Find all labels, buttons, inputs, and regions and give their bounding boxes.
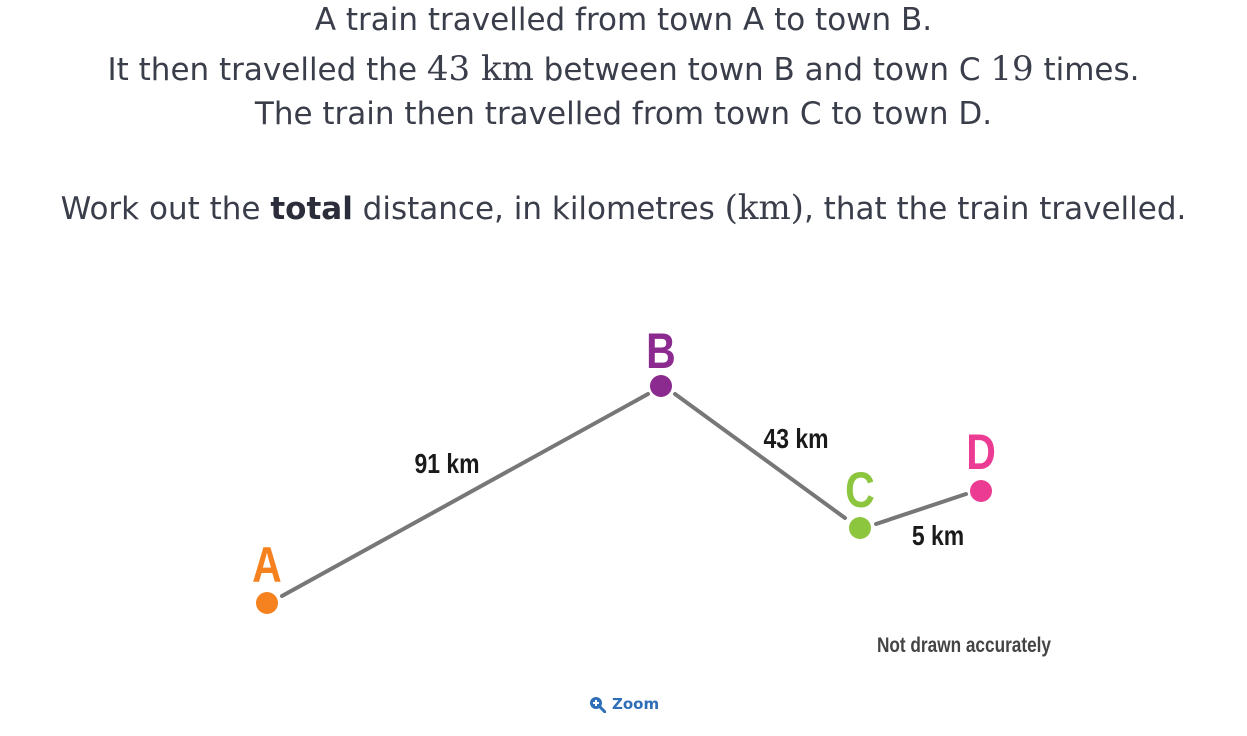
route-diagram: A B C D 91 km 43 km 5 km Not drawn accur… xyxy=(252,323,1051,658)
segment-b-c xyxy=(673,392,847,520)
town-b-label: B xyxy=(646,323,676,379)
town-a-point xyxy=(256,592,278,614)
distance-label-b-c: 43 km xyxy=(763,424,828,455)
distance-label-c-d: 5 km xyxy=(912,521,964,552)
town-a-label: A xyxy=(252,537,282,593)
town-c-label: C xyxy=(845,462,875,518)
town-c-point xyxy=(849,517,871,539)
town-d-point xyxy=(970,480,992,502)
segment-a-b xyxy=(280,392,650,598)
not-drawn-accurately-note: Not drawn accurately xyxy=(877,635,1051,658)
zoom-in-icon xyxy=(589,696,606,713)
distance-label-a-b: 91 km xyxy=(414,449,479,480)
town-d-label: D xyxy=(966,424,996,480)
zoom-label: Zoom xyxy=(612,695,660,713)
zoom-button[interactable]: Zoom xyxy=(589,695,659,713)
segment-c-d xyxy=(874,492,968,526)
